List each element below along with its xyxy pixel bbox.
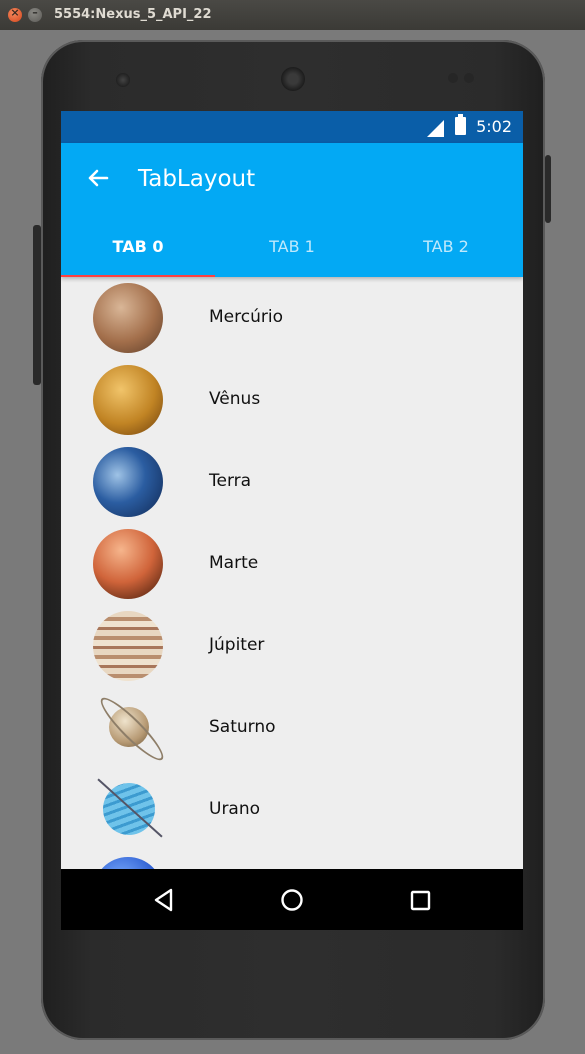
window-title-bar: × – 5554:Nexus_5_API_22 [0, 0, 585, 30]
phone-screen: 5:02 TabLayout TAB 0 TAB 1 TAB 2 Mercúri… [61, 111, 523, 930]
app-bar: TabLayout TAB 0 TAB 1 TAB 2 [61, 143, 523, 277]
navigation-bar [61, 869, 523, 930]
saturn-image [91, 689, 170, 767]
window-title: 5554:Nexus_5_API_22 [54, 7, 212, 22]
list-item[interactable]: Saturno [61, 687, 523, 769]
home-circle-icon[interactable] [277, 885, 307, 915]
status-bar: 5:02 [61, 111, 523, 143]
window-close-button[interactable]: × [8, 6, 22, 22]
earpiece-speaker [281, 67, 305, 91]
list-item[interactable]: Vênus [61, 359, 523, 441]
planet-name: Marte [209, 553, 259, 573]
planet-list[interactable]: Mercúrio Vênus Terra Marte Júpiter Satur… [61, 277, 523, 930]
back-triangle-icon[interactable] [149, 885, 179, 915]
planet-name: Júpiter [209, 635, 265, 655]
minimize-icon: – [32, 6, 38, 19]
list-item[interactable]: Marte [61, 523, 523, 605]
list-item[interactable]: Terra [61, 441, 523, 523]
list-item[interactable]: Mercúrio [61, 277, 523, 359]
volume-button[interactable] [33, 225, 41, 385]
list-item[interactable]: Urano [61, 769, 523, 851]
tab-0[interactable]: TAB 0 [61, 226, 215, 277]
earth-image [93, 447, 163, 517]
list-item[interactable]: Júpiter [61, 605, 523, 687]
battery-icon [455, 114, 466, 135]
signal-icon [427, 120, 444, 137]
planet-name: Terra [209, 471, 252, 491]
window-minimize-button[interactable]: – [28, 6, 42, 22]
power-button[interactable] [545, 155, 551, 223]
tab-2[interactable]: TAB 2 [369, 226, 523, 277]
planet-name: Urano [209, 799, 261, 819]
close-icon: × [10, 6, 20, 19]
proximity-sensor [448, 73, 458, 83]
venus-image [93, 365, 163, 435]
uranus-image [91, 771, 167, 847]
status-time: 5:02 [476, 117, 512, 136]
mars-image [93, 529, 163, 599]
back-arrow-icon[interactable] [83, 163, 113, 193]
jupiter-image [93, 611, 163, 681]
planet-name: Mercúrio [209, 307, 283, 327]
tab-layout: TAB 0 TAB 1 TAB 2 [61, 226, 523, 277]
tab-1[interactable]: TAB 1 [215, 226, 369, 277]
recents-square-icon[interactable] [405, 885, 435, 915]
front-camera [116, 73, 130, 87]
app-title: TabLayout [138, 166, 256, 192]
planet-name: Saturno [209, 717, 276, 737]
planet-name: Vênus [209, 389, 261, 409]
mercury-image [93, 283, 163, 353]
light-sensor [464, 73, 474, 83]
